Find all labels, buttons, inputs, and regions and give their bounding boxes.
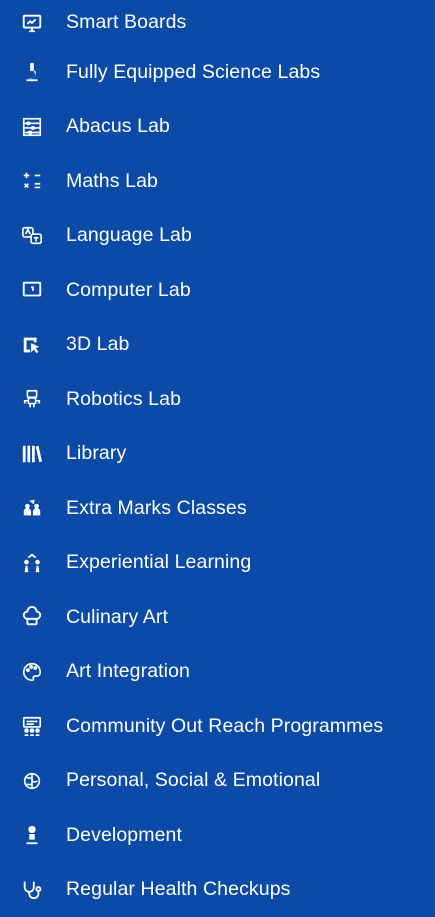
list-item-personal-social-emotional: Personal, Social & Emotional [0, 754, 435, 809]
list-item-3d-lab: 3D Lab [0, 318, 435, 373]
abacus-icon [20, 115, 44, 139]
list-item-science-labs: Fully Equipped Science Labs [0, 45, 435, 100]
item-label: Development [66, 824, 182, 847]
art-palette-icon [20, 660, 44, 684]
list-item-library: Library [0, 427, 435, 482]
list-item-language-lab: Language Lab [0, 209, 435, 264]
growth-person-icon [20, 823, 44, 847]
item-label: Fully Equipped Science Labs [66, 61, 320, 84]
item-label: Extra Marks Classes [66, 497, 247, 520]
community-board-icon [20, 714, 44, 738]
list-item-robotics-lab: Robotics Lab [0, 372, 435, 427]
item-label: Robotics Lab [66, 388, 181, 411]
books-icon [20, 442, 44, 466]
item-label: Art Integration [66, 660, 190, 683]
item-label: Regular Health Checkups [66, 878, 291, 901]
students-icon [20, 496, 44, 520]
stethoscope-icon [20, 878, 44, 902]
facilities-list: Smart Boards Fully Equipped Science Labs [0, 0, 435, 917]
smart-board-icon [20, 11, 44, 35]
list-item-computer-lab: Computer Lab [0, 263, 435, 318]
chef-hat-icon [20, 605, 44, 629]
list-item-art-integration: Art Integration [0, 645, 435, 700]
item-label: Abacus Lab [66, 115, 170, 138]
list-item-experiential-learning: Experiential Learning [0, 536, 435, 591]
list-item-smart-boards: Smart Boards [0, 0, 435, 45]
facilities-panel: Smart Boards Fully Equipped Science Labs [0, 0, 435, 909]
monitor-icon [20, 278, 44, 302]
list-item-culinary-art: Culinary Art [0, 590, 435, 645]
item-label: Personal, Social & Emotional [66, 769, 320, 792]
item-label: Maths Lab [66, 170, 158, 193]
robot-icon [20, 387, 44, 411]
people-stars-icon [20, 551, 44, 575]
item-label: Experiential Learning [66, 551, 251, 574]
math-symbols-icon [20, 169, 44, 193]
list-item-community-outreach: Community Out Reach Programmes [0, 699, 435, 754]
item-label: Computer Lab [66, 279, 191, 302]
brain-icon [20, 769, 44, 793]
item-label: Community Out Reach Programmes [66, 715, 383, 738]
item-label: 3D Lab [66, 333, 129, 356]
item-label: Culinary Art [66, 606, 168, 629]
list-item-extra-marks: Extra Marks Classes [0, 481, 435, 536]
item-label: Language Lab [66, 224, 192, 247]
translate-icon [20, 224, 44, 248]
list-item-maths-lab: Maths Lab [0, 154, 435, 209]
item-label: Library [66, 442, 126, 465]
list-item-development: Development [0, 808, 435, 863]
item-label: Smart Boards [66, 11, 186, 34]
cube-cursor-icon [20, 333, 44, 357]
microscope-icon [20, 60, 44, 84]
list-item-abacus-lab: Abacus Lab [0, 100, 435, 155]
